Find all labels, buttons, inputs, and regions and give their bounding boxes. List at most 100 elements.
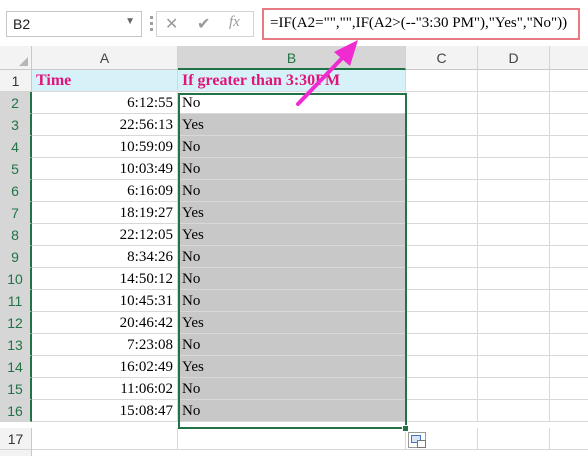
cell-b1[interactable]: If greater than 3:30PM <box>178 70 406 92</box>
empty-cell[interactable] <box>406 158 478 180</box>
empty-cell[interactable] <box>478 92 550 114</box>
row-header[interactable]: 9 <box>0 246 32 268</box>
time-cell[interactable]: 16:02:49 <box>32 356 178 378</box>
insert-function-icon[interactable]: fx <box>229 14 240 31</box>
cell-d1[interactable] <box>478 70 550 92</box>
empty-cell[interactable] <box>550 378 588 400</box>
cell-c1[interactable] <box>406 70 478 92</box>
empty-cell[interactable] <box>550 114 588 136</box>
empty-cell[interactable] <box>478 246 550 268</box>
empty-cell[interactable] <box>550 92 588 114</box>
time-cell[interactable]: 8:34:26 <box>32 246 178 268</box>
name-box[interactable]: B2 ▼ <box>6 11 142 37</box>
time-cell[interactable]: 22:56:13 <box>32 114 178 136</box>
result-cell[interactable]: Yes <box>178 224 406 246</box>
select-all-button[interactable] <box>0 46 32 70</box>
empty-cell[interactable] <box>478 268 550 290</box>
quick-analysis-icon[interactable] <box>408 432 426 448</box>
cell-a17[interactable] <box>32 428 178 450</box>
row-header[interactable]: 14 <box>0 356 32 378</box>
empty-cell[interactable] <box>406 114 478 136</box>
empty-cell[interactable] <box>478 136 550 158</box>
empty-cell[interactable] <box>406 290 478 312</box>
empty-cell[interactable] <box>550 246 588 268</box>
row-header[interactable]: 2 <box>0 92 32 114</box>
empty-cell[interactable] <box>406 202 478 224</box>
empty-cell[interactable] <box>550 290 588 312</box>
empty-cell[interactable] <box>478 312 550 334</box>
result-cell[interactable]: No <box>178 246 406 268</box>
result-cell[interactable]: No <box>178 290 406 312</box>
empty-cell[interactable] <box>406 136 478 158</box>
time-cell[interactable]: 6:16:09 <box>32 180 178 202</box>
time-cell[interactable]: 7:23:08 <box>32 334 178 356</box>
empty-cell[interactable] <box>550 202 588 224</box>
formula-input[interactable]: =IF(A2="","",IF(A2>(--"3:30 PM"),"Yes","… <box>262 8 580 40</box>
cell-d17[interactable] <box>478 428 550 450</box>
row-header[interactable]: 17 <box>0 428 32 450</box>
result-cell[interactable]: No <box>178 136 406 158</box>
empty-cell[interactable] <box>478 356 550 378</box>
cell-e1[interactable] <box>550 70 588 92</box>
result-cell[interactable]: Yes <box>178 202 406 224</box>
time-cell[interactable]: 20:46:42 <box>32 312 178 334</box>
result-cell[interactable]: Yes <box>178 312 406 334</box>
result-cell[interactable]: No <box>178 92 406 114</box>
row-header[interactable]: 3 <box>0 114 32 136</box>
column-header-e[interactable] <box>550 46 588 70</box>
result-cell[interactable]: Yes <box>178 114 406 136</box>
row-header[interactable]: 13 <box>0 334 32 356</box>
result-cell[interactable]: No <box>178 180 406 202</box>
drag-handle-icon[interactable] <box>150 16 154 32</box>
cell-b17[interactable] <box>178 428 406 450</box>
empty-cell[interactable] <box>550 136 588 158</box>
empty-cell[interactable] <box>406 312 478 334</box>
time-cell[interactable]: 22:12:05 <box>32 224 178 246</box>
result-cell[interactable]: No <box>178 334 406 356</box>
cell-e17[interactable] <box>550 428 588 450</box>
row-header[interactable]: 7 <box>0 202 32 224</box>
empty-cell[interactable] <box>478 224 550 246</box>
row-header[interactable]: 1 <box>0 70 32 92</box>
row-header[interactable]: 10 <box>0 268 32 290</box>
column-header-b[interactable]: B <box>178 46 406 70</box>
empty-cell[interactable] <box>406 400 478 422</box>
column-header-d[interactable]: D <box>478 46 550 70</box>
row-header[interactable]: 8 <box>0 224 32 246</box>
empty-cell[interactable] <box>406 356 478 378</box>
row-header[interactable]: 6 <box>0 180 32 202</box>
empty-cell[interactable] <box>478 400 550 422</box>
result-cell[interactable]: No <box>178 400 406 422</box>
column-header-a[interactable]: A <box>32 46 178 70</box>
empty-cell[interactable] <box>478 114 550 136</box>
result-cell[interactable]: No <box>178 158 406 180</box>
empty-cell[interactable] <box>550 312 588 334</box>
empty-cell[interactable] <box>550 356 588 378</box>
enter-icon[interactable]: ✔ <box>197 14 210 34</box>
empty-cell[interactable] <box>478 290 550 312</box>
result-cell[interactable]: Yes <box>178 356 406 378</box>
empty-cell[interactable] <box>478 334 550 356</box>
time-cell[interactable]: 11:06:02 <box>32 378 178 400</box>
result-cell[interactable]: No <box>178 268 406 290</box>
empty-cell[interactable] <box>406 180 478 202</box>
cancel-icon[interactable]: ✕ <box>165 14 178 34</box>
time-cell[interactable]: 15:08:47 <box>32 400 178 422</box>
time-cell[interactable]: 10:03:49 <box>32 158 178 180</box>
column-header-c[interactable]: C <box>406 46 478 70</box>
empty-cell[interactable] <box>406 378 478 400</box>
empty-cell[interactable] <box>550 400 588 422</box>
row-header[interactable]: 12 <box>0 312 32 334</box>
empty-cell[interactable] <box>406 268 478 290</box>
empty-cell[interactable] <box>550 180 588 202</box>
empty-cell[interactable] <box>406 92 478 114</box>
empty-cell[interactable] <box>550 268 588 290</box>
time-cell[interactable]: 6:12:55 <box>32 92 178 114</box>
time-cell[interactable]: 10:59:09 <box>32 136 178 158</box>
row-header[interactable]: 11 <box>0 290 32 312</box>
row-header[interactable]: 16 <box>0 400 32 422</box>
empty-cell[interactable] <box>478 378 550 400</box>
cell-a1[interactable]: Time <box>32 70 178 92</box>
empty-cell[interactable] <box>406 224 478 246</box>
time-cell[interactable]: 18:19:27 <box>32 202 178 224</box>
